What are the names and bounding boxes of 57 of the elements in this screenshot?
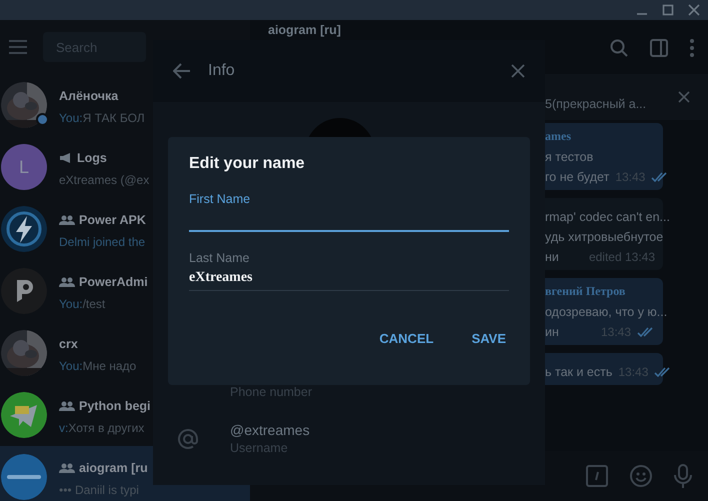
emoji-icon[interactable] [630, 465, 652, 487]
field-value: @extreames [230, 422, 310, 438]
close-icon[interactable] [511, 64, 525, 78]
pinned-message-text: 5(прекрасный а... [545, 97, 646, 111]
message-text: удь хитровыебнутое [545, 230, 664, 244]
message-text: ин [545, 325, 559, 339]
message-preview: Delmi joined the [59, 234, 146, 248]
chat-name: Python begi [79, 398, 151, 412]
message-text: rmap' codec can't en... [545, 210, 670, 224]
message-preview: You:Мне надо [59, 358, 136, 372]
group-icon [59, 462, 75, 472]
search-icon[interactable] [610, 39, 628, 57]
field-label: Last Name [189, 251, 250, 265]
more-icon[interactable] [690, 39, 694, 57]
close-icon[interactable] [678, 91, 690, 103]
message-preview: You:/test [59, 296, 106, 310]
group-icon [59, 214, 75, 224]
message-preview: eXtreames (@ex [59, 172, 150, 186]
avatar-icon [1, 454, 47, 500]
message-text: го не будет [545, 170, 610, 184]
paper-plane-icon [1, 392, 47, 438]
message-text: одозреваю, что у ю... [545, 305, 668, 319]
megaphone-icon [59, 152, 73, 164]
chat-name: Logs [77, 150, 107, 164]
panel-title: Info [208, 62, 235, 80]
chat-name: Алёночка [59, 88, 118, 102]
avatar-letter: L [1, 144, 47, 190]
field-label: First Name [189, 192, 252, 206]
chat-name: PowerAdmi [79, 274, 148, 288]
dialog-title: Edit your name [189, 155, 306, 173]
commands-icon[interactable] [586, 465, 608, 487]
chat-name: aiogram [ru [79, 460, 148, 474]
save-button[interactable]: SAVE [468, 327, 509, 350]
message-preview: You:Я ТАК БОЛ [59, 110, 145, 124]
message-text: ни [545, 250, 559, 264]
message-author: ames [545, 129, 572, 144]
chat-item[interactable]: crx You:Мне надо [0, 322, 250, 384]
chat-title: aiogram [ru] [268, 23, 341, 37]
microphone-icon[interactable] [674, 464, 692, 488]
last-name-field[interactable]: eXtreames [189, 265, 509, 291]
chat-name: crx [59, 336, 78, 350]
sidebar-toggle-icon[interactable] [650, 39, 668, 57]
message-text: я тестов [545, 150, 594, 164]
at-sign-icon [178, 428, 198, 448]
group-icon [59, 276, 75, 286]
message-preview: v:Хотя в других [59, 420, 146, 434]
message-text: ь так и есть [545, 365, 612, 379]
message-author: вгений Петров [545, 284, 626, 299]
back-arrow-icon[interactable] [173, 63, 191, 79]
maximize-icon[interactable] [662, 4, 674, 16]
close-icon[interactable] [688, 4, 700, 16]
chat-name: Power APK [79, 212, 146, 226]
group-icon [59, 400, 75, 410]
p-logo-icon [1, 268, 47, 314]
menu-icon[interactable] [9, 40, 27, 54]
lightning-icon [1, 206, 47, 252]
cancel-button[interactable]: CANCEL [376, 327, 437, 350]
